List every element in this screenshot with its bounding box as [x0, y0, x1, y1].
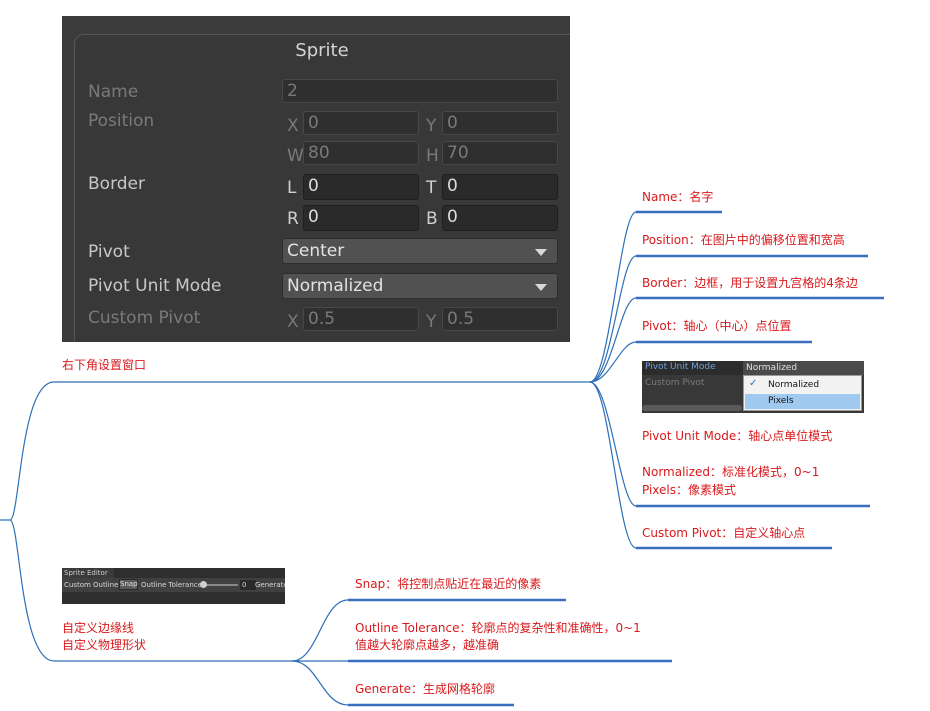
annotation-normalized: Normalized：标准化模式，0~1: [642, 465, 820, 479]
pivot-dropdown-value: Center: [287, 241, 345, 261]
custom-pivot-y-field[interactable]: 0.5: [442, 307, 558, 331]
connector-name: [589, 211, 637, 383]
outline-branch-line2: 自定义物理形状: [62, 638, 147, 652]
position-y-field[interactable]: 0: [442, 111, 558, 135]
option-normalized[interactable]: Normalized: [768, 380, 819, 390]
menu-custom-pivot-label: Custom Pivot: [645, 378, 705, 388]
slider-knob[interactable]: [200, 581, 207, 588]
custom-pivot-y-prefix: Y: [426, 312, 437, 332]
connector-custom-pivot: [589, 381, 637, 549]
custom-outline-dropdown[interactable]: Custom Outline ▾: [64, 579, 124, 591]
border-l-field[interactable]: 0: [303, 174, 419, 200]
annotation-pivot: Pivot：轴心（中心）点位置: [642, 319, 792, 333]
menu-pivot-unit-mode-label: Pivot Unit Mode: [645, 362, 716, 372]
annotation-border: Border：边框，用于设置九宫格的4条边: [642, 276, 858, 290]
menu-current-value[interactable]: Normalized: [743, 361, 864, 375]
border-t-field[interactable]: 0: [442, 174, 558, 200]
custom-pivot-x-prefix: X: [287, 312, 299, 332]
connector-snap: [291, 599, 349, 662]
position-w-prefix: W: [287, 146, 304, 166]
pivot-unit-mode-options: ✓ Normalized Pixels: [743, 375, 862, 411]
annotation-custom-pivot: Custom Pivot：自定义轴心点: [642, 526, 806, 540]
pivot-label: Pivot: [88, 242, 130, 262]
option-highlight: [745, 394, 860, 409]
position-w-field[interactable]: 80: [303, 141, 419, 165]
connector-border: [589, 297, 637, 383]
annotation-pixels: Pixels：像素模式: [642, 483, 737, 497]
pivot-unit-mode-value: Normalized: [287, 276, 384, 296]
check-icon: ✓: [749, 378, 758, 389]
annotation-generate: Generate：生成网格轮廓: [355, 682, 496, 696]
border-r-field[interactable]: 0: [303, 205, 419, 231]
annotation-name: Name：名字: [642, 190, 714, 204]
annotation-pivot-unit-mode: Pivot Unit Mode：轴心点单位模式: [642, 429, 833, 443]
annotation-tolerance-line2: 值越大轮廓点越多，越准确: [355, 638, 500, 652]
pivot-unit-mode-dropdown[interactable]: Normalized: [282, 273, 558, 299]
connector-pivot-unit: [589, 381, 637, 507]
scrollbar[interactable]: [642, 405, 742, 411]
chevron-down-icon: [535, 284, 547, 291]
annotation-snap: Snap：将控制点贴近在最近的像素: [355, 577, 542, 591]
sprite-panel-title: Sprite: [295, 40, 349, 61]
border-label: Border: [88, 174, 145, 194]
position-x-prefix: X: [287, 116, 299, 136]
name-label: Name: [88, 82, 139, 102]
outline-tolerance-value[interactable]: 0: [240, 580, 256, 590]
sprite-settings-panel: Sprite Name 2 Position X 0 Y 0 W 80 H 70…: [62, 16, 570, 342]
chevron-down-icon: [535, 249, 547, 256]
border-b-field[interactable]: 0: [442, 205, 558, 231]
border-r-prefix: R: [287, 209, 299, 229]
position-h-prefix: H: [426, 146, 439, 166]
position-label: Position: [88, 111, 155, 131]
annotation-position: Position：在图片中的偏移位置和宽高: [642, 233, 845, 247]
pivot-unit-mode-menu-screenshot: Pivot Unit Mode Custom Pivot Normalized …: [642, 361, 864, 413]
position-y-prefix: Y: [426, 116, 437, 136]
option-pixels[interactable]: Pixels: [768, 396, 794, 406]
connector-root-bottom: [9, 519, 55, 662]
custom-pivot-x-field[interactable]: 0.5: [303, 307, 419, 331]
border-b-prefix: B: [426, 209, 438, 229]
snap-button[interactable]: Snap: [119, 579, 138, 590]
pivot-unit-mode-label: Pivot Unit Mode: [88, 276, 222, 296]
outline-tolerance-slider[interactable]: [202, 584, 238, 586]
outline-branch-line1: 自定义边缘线: [62, 621, 135, 635]
sprite-editor-caption: Sprite Editor: [62, 568, 114, 578]
position-h-field[interactable]: 70: [442, 141, 558, 165]
pivot-dropdown[interactable]: Center: [282, 238, 558, 264]
outline-tolerance-label: Outline Tolerance: [141, 581, 202, 589]
connector-generate: [291, 660, 349, 706]
custom-pivot-label: Custom Pivot: [88, 308, 201, 328]
connector-root-top: [0, 381, 55, 521]
border-t-prefix: T: [426, 178, 437, 198]
generate-button[interactable]: Generate: [255, 579, 285, 591]
annotation-tolerance-line1: Outline Tolerance：轮廓点的复杂性和准确性，0~1: [355, 621, 641, 635]
sprite-editor-toolbar-screenshot: Sprite Editor Custom Outline ▾ Snap Outl…: [62, 568, 285, 604]
border-l-prefix: L: [287, 178, 297, 198]
name-field[interactable]: 2: [282, 79, 558, 103]
position-x-field[interactable]: 0: [303, 111, 419, 135]
settings-window-branch-label: 右下角设置窗口: [62, 358, 147, 372]
